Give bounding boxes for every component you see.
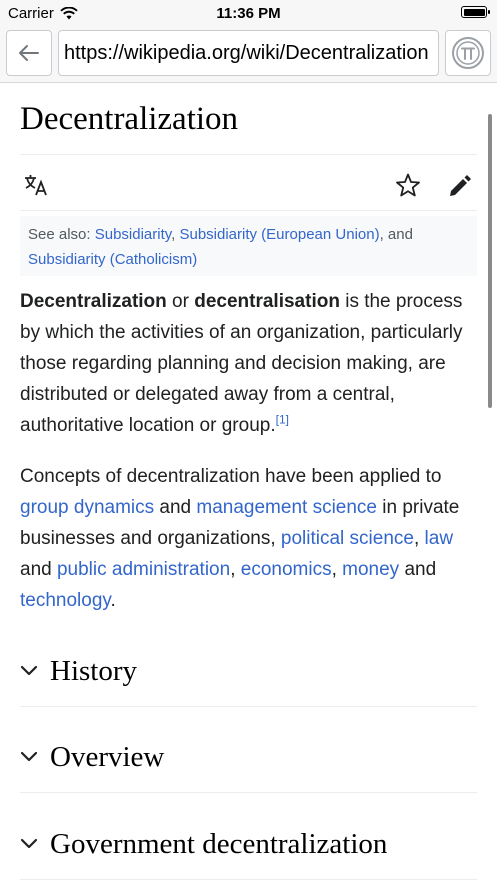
chevron-down-icon <box>20 835 38 853</box>
section-overview[interactable]: Overview <box>20 737 477 777</box>
section-heading: Government decentralization <box>50 827 388 860</box>
hatnote-separator: , and <box>379 226 413 243</box>
link-group-dynamics[interactable]: group dynamics <box>20 497 154 518</box>
pi-button[interactable] <box>445 30 491 76</box>
browser-toolbar: https://wikipedia.org/wiki/Decentralizat… <box>0 26 497 83</box>
section-heading: History <box>50 654 137 687</box>
article-content: Decentralization See also: Subsidiarity,… <box>0 83 497 883</box>
section-divider <box>20 792 477 793</box>
link-law[interactable]: law <box>425 528 454 549</box>
text: or <box>166 291 195 312</box>
text: and <box>154 497 197 518</box>
link-management-science[interactable]: management science <box>196 497 377 518</box>
translate-button[interactable] <box>22 172 50 198</box>
link-public-administration[interactable]: public administration <box>57 559 230 580</box>
text: is the process by which the activities o… <box>20 291 463 436</box>
translate-icon <box>25 175 47 196</box>
clock: 11:36 PM <box>216 5 281 22</box>
hatnote: See also: Subsidiarity, Subsidiarity (Eu… <box>20 216 477 276</box>
paragraph-concepts: Concepts of decentralization have been a… <box>20 461 485 616</box>
star-icon <box>396 173 420 197</box>
section-divider <box>20 706 477 707</box>
text: , <box>230 559 241 580</box>
text: . <box>110 590 116 611</box>
edit-button[interactable] <box>446 171 474 199</box>
hatnote-prefix: See also: <box>28 226 95 243</box>
scrollbar[interactable] <box>488 114 492 408</box>
section-government-decentralization[interactable]: Government decentralization <box>20 824 477 864</box>
text: and <box>20 559 57 580</box>
watch-star-button[interactable] <box>394 171 422 199</box>
citation-link[interactable]: [1] <box>276 413 289 427</box>
page-title: Decentralization <box>20 101 239 137</box>
back-arrow-icon <box>19 45 39 61</box>
status-bar: Carrier 11:36 PM <box>0 0 497 26</box>
section-divider <box>20 879 477 880</box>
chevron-down-icon <box>20 662 38 680</box>
text: , <box>413 528 425 549</box>
section-heading: Overview <box>50 740 165 773</box>
hatnote-link-subsidiarity[interactable]: Subsidiarity <box>95 226 171 243</box>
section-history[interactable]: History <box>20 651 477 691</box>
bold-term: decentralisation <box>194 291 340 312</box>
title-divider <box>20 154 477 155</box>
back-button[interactable] <box>6 30 52 76</box>
link-money[interactable]: money <box>342 559 399 580</box>
paragraph-intro: Decentralization or decentralisation is … <box>20 286 485 441</box>
actions-divider <box>20 210 477 211</box>
chevron-down-icon <box>20 748 38 766</box>
pi-icon <box>452 37 484 69</box>
link-political-science[interactable]: political science <box>281 528 414 549</box>
bold-term: Decentralization <box>20 291 167 312</box>
text: Concepts of decentralization have been a… <box>20 466 442 487</box>
link-economics[interactable]: economics <box>241 559 332 580</box>
battery-icon <box>461 6 490 18</box>
hatnote-link-subsidiarity-catholicism[interactable]: Subsidiarity (Catholicism) <box>28 251 197 268</box>
pencil-icon <box>450 175 471 196</box>
text: , <box>331 559 343 580</box>
hatnote-link-subsidiarity-eu[interactable]: Subsidiarity (European Union) <box>179 226 379 243</box>
url-field[interactable]: https://wikipedia.org/wiki/Decentralizat… <box>58 30 439 76</box>
link-technology[interactable]: technology <box>20 590 111 611</box>
text: and <box>399 559 437 580</box>
